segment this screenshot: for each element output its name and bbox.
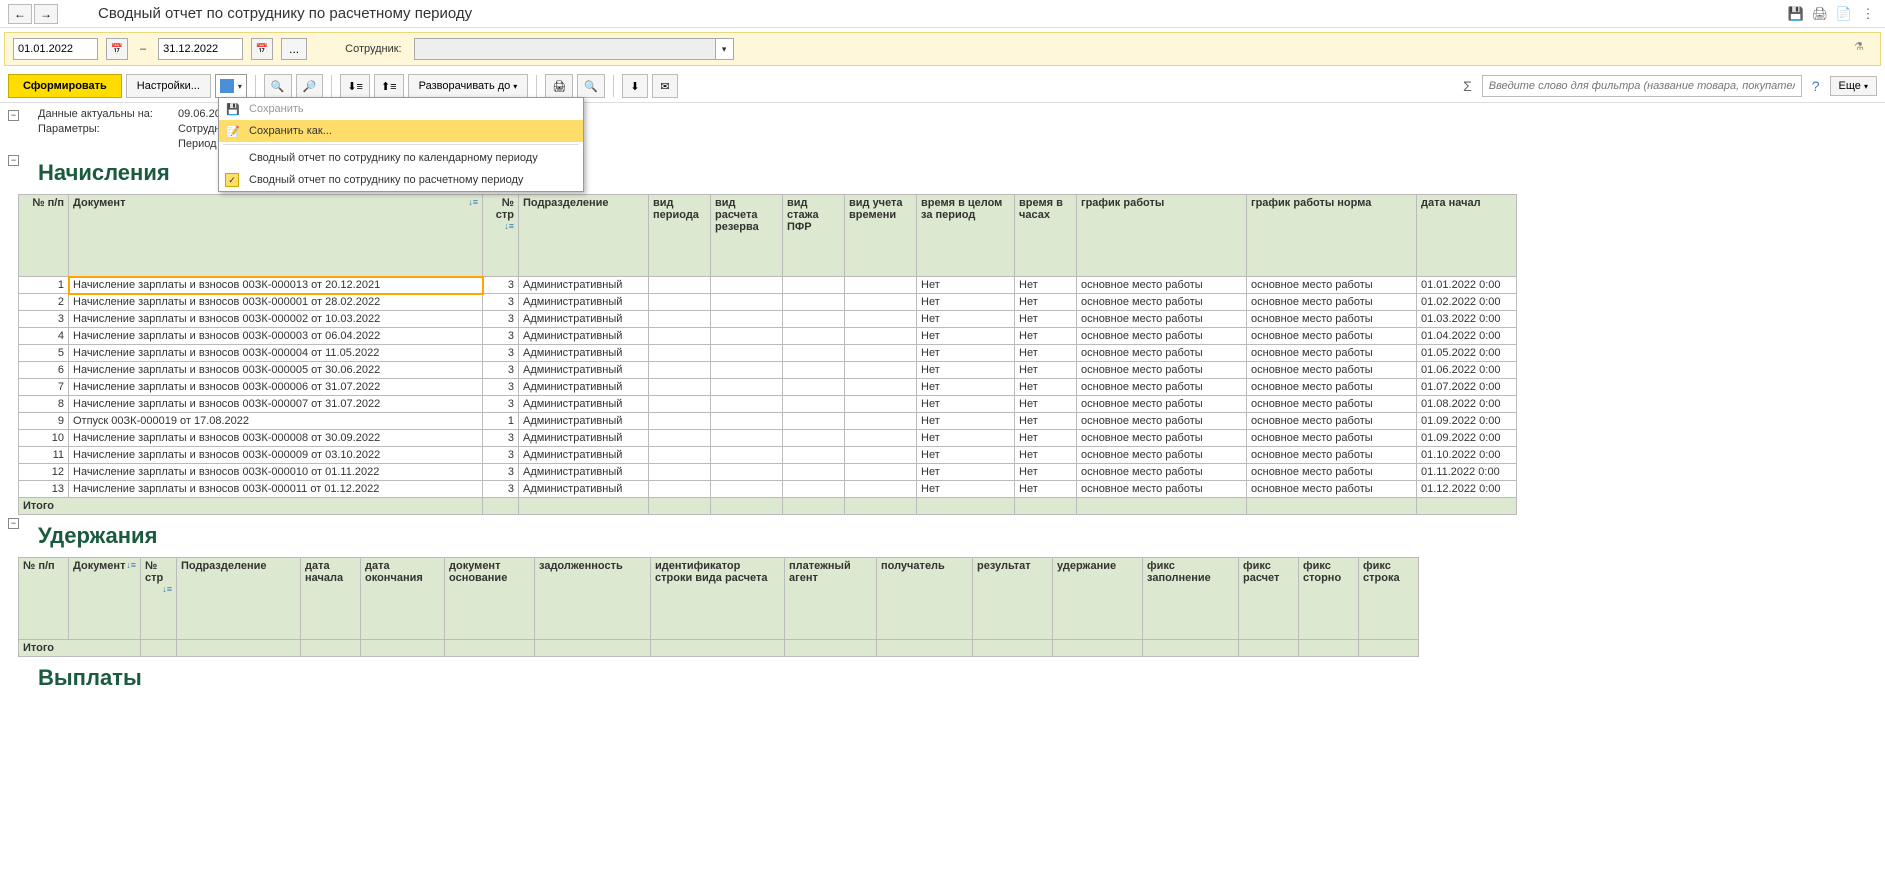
toolbar: Сформировать Настройки... ▾ 🔍 🔎 ⬇≡ ⬆≡ Ра… <box>0 70 1885 103</box>
save-disk-icon[interactable]: 💾 <box>1787 5 1805 23</box>
find-next-button[interactable]: 🔎 <box>296 74 324 98</box>
th-start-date[interactable]: дата начал <box>1417 195 1517 277</box>
th-reserve[interactable]: вид расчета резерва <box>711 195 783 277</box>
table-row[interactable]: 12Начисление зарплаты и взносов 00ЗК-000… <box>19 464 1517 481</box>
expand-button[interactable]: ⬇≡ <box>340 74 370 98</box>
expand-to-button[interactable]: Разворачивать до ▾ <box>408 74 529 98</box>
save-as-icon: 📝 <box>225 123 241 139</box>
nav-back-button[interactable]: ← <box>8 4 32 24</box>
section-accruals-title: Начисления <box>38 160 170 186</box>
nav-forward-button[interactable]: → <box>34 4 58 24</box>
date-from-input[interactable] <box>13 38 98 60</box>
report-area: − Данные актуальны на:09.06.20 Параметры… <box>0 103 1885 872</box>
page-preview-icon[interactable]: 📄 <box>1835 5 1853 23</box>
generate-button[interactable]: Сформировать <box>8 74 122 98</box>
print-preview-button[interactable]: 🔍 <box>577 74 605 98</box>
save-icon: 💾 <box>225 101 241 117</box>
th2-deduction[interactable]: удержание <box>1053 558 1143 640</box>
table-row[interactable]: 2Начисление зарплаты и взносов 00ЗК-0000… <box>19 294 1517 311</box>
date-from-calendar-button[interactable]: 📅 <box>106 38 128 60</box>
th-pfr[interactable]: вид стажа ПФР <box>783 195 845 277</box>
th2-calc[interactable]: фикс расчет <box>1239 558 1299 640</box>
variant-icon <box>220 79 234 93</box>
menu-variant-calendar[interactable]: Сводный отчет по сотруднику по календарн… <box>219 147 583 169</box>
page-title: Сводный отчет по сотруднику по расчетном… <box>98 5 1787 22</box>
table-row[interactable]: 7Начисление зарплаты и взносов 00ЗК-0000… <box>19 379 1517 396</box>
employee-label: Сотрудник: <box>345 43 402 55</box>
th2-end[interactable]: дата окончания <box>361 558 445 640</box>
th-str[interactable]: № стр↓≡ <box>483 195 519 277</box>
th-time-period[interactable]: время в целом за период <box>917 195 1015 277</box>
th-dept[interactable]: Подразделение <box>519 195 649 277</box>
table-row[interactable]: 10Начисление зарплаты и взносов 00ЗК-000… <box>19 430 1517 447</box>
date-to-input[interactable] <box>158 38 243 60</box>
filter-funnel-icon[interactable]: ⚗ <box>1854 40 1872 58</box>
th2-row[interactable]: фикс строка <box>1359 558 1419 640</box>
th2-num[interactable]: № п/п <box>19 558 69 640</box>
print-header-icon[interactable]: 🖨 <box>1811 5 1829 23</box>
th-schedule[interactable]: график работы <box>1077 195 1247 277</box>
th2-start[interactable]: дата начала <box>301 558 361 640</box>
table-row[interactable]: 1Начисление зарплаты и взносов 00ЗК-0000… <box>19 277 1517 294</box>
table-row[interactable]: 5Начисление зарплаты и взносов 00ЗК-0000… <box>19 345 1517 362</box>
find-button[interactable]: 🔍 <box>264 74 292 98</box>
th2-dept[interactable]: Подразделение <box>177 558 301 640</box>
print-button[interactable]: 🖨 <box>545 74 573 98</box>
more-button[interactable]: Еще ▾ <box>1830 76 1877 96</box>
th2-str[interactable]: № стр↓≡ <box>141 558 177 640</box>
menu-save-as[interactable]: 📝 Сохранить как... <box>219 120 583 142</box>
th2-result[interactable]: результат <box>973 558 1053 640</box>
table-row[interactable]: 3Начисление зарплаты и взносов 00ЗК-0000… <box>19 311 1517 328</box>
collapse-toggle-accruals[interactable]: − <box>8 155 19 166</box>
th2-agent[interactable]: платежный агент <box>785 558 877 640</box>
th-schedule-norm[interactable]: график работы норма <box>1247 195 1417 277</box>
date-separator: – <box>140 43 146 55</box>
quick-filter-input[interactable] <box>1482 75 1802 97</box>
table-row[interactable]: 13Начисление зарплаты и взносов 00ЗК-000… <box>19 481 1517 498</box>
th2-fill[interactable]: фикс заполнение <box>1143 558 1239 640</box>
th2-debt[interactable]: задолженность <box>535 558 651 640</box>
check-icon: ✓ <box>225 173 239 187</box>
filter-bar: 📅 – 📅 ... Сотрудник: ▾ ⚗ <box>4 32 1881 66</box>
sigma-icon[interactable]: Σ <box>1463 78 1472 94</box>
th-time-type[interactable]: вид учета времени <box>845 195 917 277</box>
period-select-button[interactable]: ... <box>281 38 307 60</box>
deductions-total-row: Итого <box>19 640 1419 657</box>
date-to-calendar-button[interactable]: 📅 <box>251 38 273 60</box>
table-row[interactable]: 8Начисление зарплаты и взносов 00ЗК-0000… <box>19 396 1517 413</box>
th-period-type[interactable]: вид периода <box>649 195 711 277</box>
collapse-button[interactable]: ⬆≡ <box>374 74 404 98</box>
th2-recipient[interactable]: получатель <box>877 558 973 640</box>
table-row[interactable]: 4Начисление зарплаты и взносов 00ЗК-0000… <box>19 328 1517 345</box>
th2-base[interactable]: документ основание <box>445 558 535 640</box>
menu-variant-settlement[interactable]: ✓ Сводный отчет по сотруднику по расчетн… <box>219 169 583 191</box>
email-button[interactable]: ✉ <box>652 74 678 98</box>
th2-ident[interactable]: идентификатор строки вида расчета <box>651 558 785 640</box>
kebab-menu-icon[interactable]: ⋮ <box>1859 5 1877 23</box>
employee-input[interactable] <box>415 39 715 59</box>
collapse-toggle-deductions[interactable]: − <box>8 518 19 529</box>
variant-dropdown-menu: 💾 Сохранить 📝 Сохранить как... Сводный о… <box>218 97 584 192</box>
th2-doc[interactable]: Документ↓≡ <box>69 558 141 640</box>
section-payments-title: Выплаты <box>38 665 142 691</box>
accruals-total-row: Итого <box>19 498 1517 515</box>
collapse-toggle-params[interactable]: − <box>8 110 19 121</box>
settings-button[interactable]: Настройки... <box>126 74 211 98</box>
th-num[interactable]: № п/п <box>19 195 69 277</box>
report-variant-dropdown[interactable]: ▾ <box>215 74 247 98</box>
th-time-hours[interactable]: время в часах <box>1015 195 1077 277</box>
accruals-table: № п/п Документ↓≡ № стр↓≡ Подразделение в… <box>18 194 1517 515</box>
save-report-button[interactable]: ⬇ <box>622 74 648 98</box>
menu-save: 💾 Сохранить <box>219 98 583 120</box>
employee-dropdown-icon[interactable]: ▾ <box>715 39 733 59</box>
deductions-table: № п/п Документ↓≡ № стр↓≡ Подразделение д… <box>18 557 1419 657</box>
section-deductions-title: Удержания <box>38 523 157 549</box>
th-doc[interactable]: Документ↓≡ <box>69 195 483 277</box>
table-row[interactable]: 9Отпуск 00ЗК-000019 от 17.08.20221Админи… <box>19 413 1517 430</box>
chevron-down-icon: ▾ <box>238 82 242 91</box>
th2-storno[interactable]: фикс сторно <box>1299 558 1359 640</box>
table-row[interactable]: 11Начисление зарплаты и взносов 00ЗК-000… <box>19 447 1517 464</box>
table-row[interactable]: 6Начисление зарплаты и взносов 00ЗК-0000… <box>19 362 1517 379</box>
help-icon[interactable]: ? <box>1812 78 1820 94</box>
